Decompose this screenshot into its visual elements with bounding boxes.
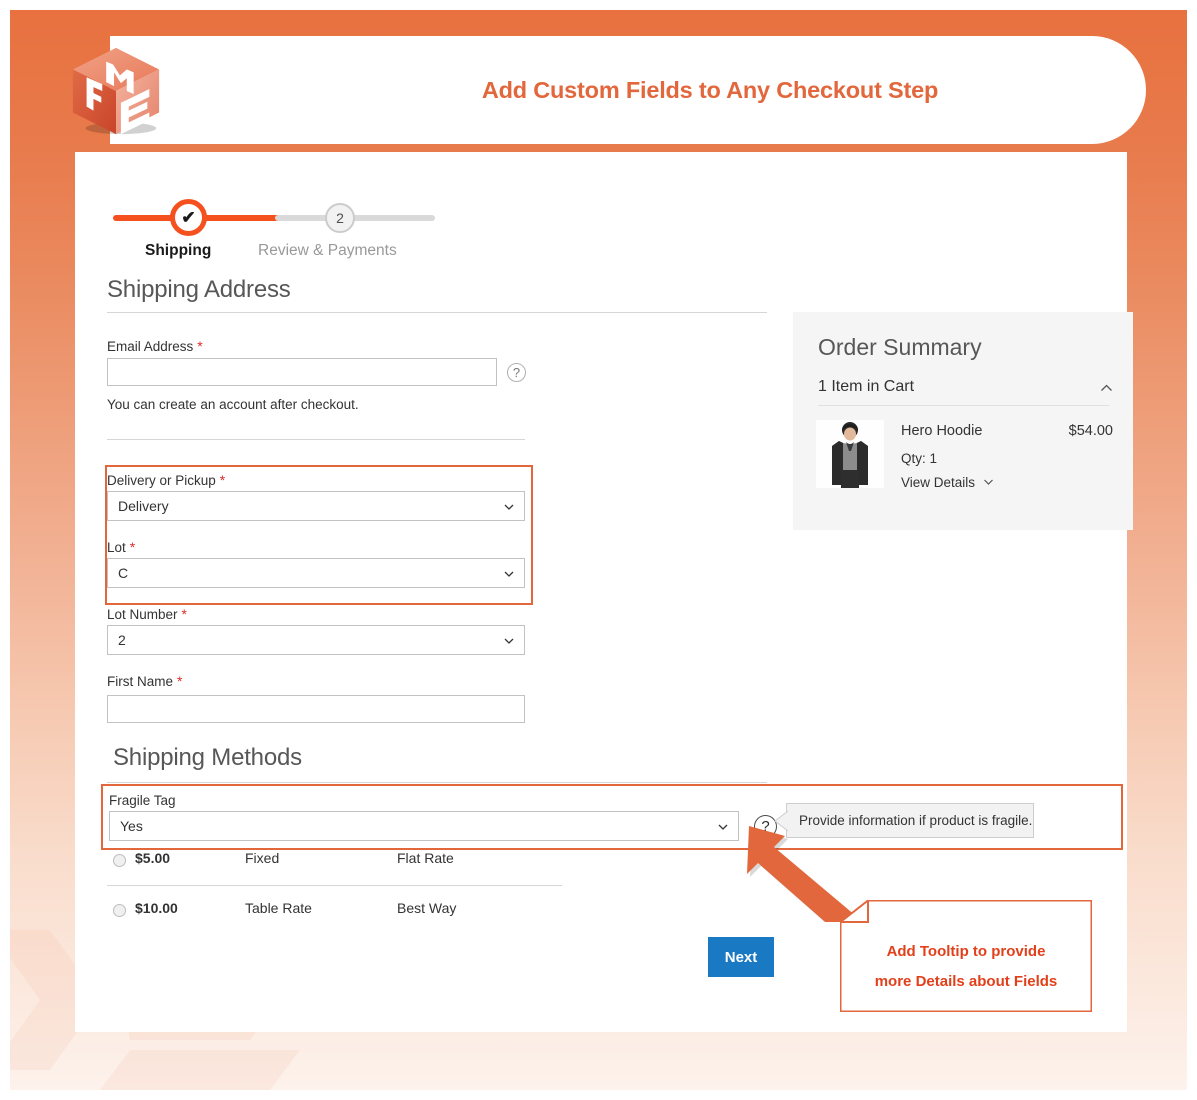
fragile-tag-value: Yes: [120, 818, 143, 834]
shipping-carrier: Fixed: [245, 850, 280, 866]
shipping-method-radio-flat-rate[interactable]: [113, 854, 126, 867]
required-marker: *: [219, 472, 226, 488]
shipping-carrier: Table Rate: [245, 900, 312, 916]
email-field-label: Email Address *: [107, 338, 203, 354]
poster-background: Add Custom Fields to Any Checkout Step ✔…: [10, 10, 1187, 1090]
step-number: 2: [336, 210, 344, 226]
page-title: Add Custom Fields to Any Checkout Step: [481, 76, 939, 103]
view-details-link[interactable]: View Details: [901, 475, 994, 490]
lot-label: Lot *: [107, 539, 136, 555]
email-help-icon[interactable]: ?: [507, 363, 526, 382]
step-label-review[interactable]: Review & Payments: [258, 242, 397, 260]
product-price: $54.00: [1068, 423, 1113, 439]
chevron-down-icon: [504, 638, 514, 644]
email-section-divider: [107, 439, 525, 440]
product-qty: Qty: 1: [901, 451, 938, 466]
required-marker: *: [181, 606, 187, 622]
step-marker-review[interactable]: 2: [325, 203, 355, 233]
fragile-tag-select[interactable]: Yes: [109, 811, 739, 841]
header-bar: Add Custom Fields to Any Checkout Step: [110, 36, 1146, 144]
step-marker-shipping[interactable]: ✔: [170, 199, 207, 236]
items-in-cart-label: 1 Item in Cart: [818, 378, 915, 395]
chevron-down-icon: [504, 504, 514, 510]
annotation-callout: Add Tooltip to provide more Details abou…: [840, 900, 1092, 1012]
heading-divider: [107, 312, 767, 313]
step-label-shipping[interactable]: Shipping: [145, 242, 211, 260]
checkout-progress-bar: ✔ 2 Shipping Review & Payments: [113, 192, 443, 262]
product-name: Hero Hoodie: [901, 423, 983, 439]
shipping-price: $10.00: [135, 900, 178, 916]
first-name-label: First Name *: [107, 673, 183, 689]
fragile-tag-label: Fragile Tag: [109, 793, 176, 808]
lot-number-value: 2: [118, 632, 126, 648]
annotation-line-2: more Details about Fields: [874, 973, 1058, 990]
required-marker: *: [177, 673, 183, 689]
shipping-method-radio-best-way[interactable]: [113, 904, 126, 917]
first-name-input[interactable]: [107, 695, 525, 723]
summary-divider: [818, 405, 1109, 406]
fme-logo-icon: [72, 47, 160, 135]
required-marker: *: [197, 338, 203, 354]
delivery-or-pickup-label: Delivery or Pickup *: [107, 472, 226, 488]
chevron-down-icon: [983, 479, 993, 485]
shipping-method: Flat Rate: [397, 850, 454, 866]
chevron-up-icon[interactable]: [1100, 382, 1113, 395]
shipping-price: $5.00: [135, 850, 171, 866]
lot-number-label: Lot Number *: [107, 606, 187, 622]
delivery-or-pickup-select[interactable]: Delivery: [107, 491, 525, 521]
shipping-methods-divider: [107, 782, 767, 783]
next-button[interactable]: Next: [708, 937, 774, 977]
order-summary-title: Order Summary: [818, 334, 982, 360]
annotation-line-1: Add Tooltip to provide: [886, 943, 1046, 960]
required-marker: *: [129, 539, 136, 555]
shipping-row-divider: [107, 885, 562, 886]
product-thumbnail: [816, 420, 884, 488]
email-hint: You can create an account after checkout…: [107, 397, 359, 412]
view-details-label: View Details: [901, 475, 976, 490]
lot-number-select[interactable]: 2: [107, 625, 525, 655]
delivery-or-pickup-value: Delivery: [118, 498, 169, 514]
annotation-text: Add Tooltip to provide more Details abou…: [840, 922, 1092, 1012]
email-input[interactable]: [107, 358, 497, 386]
chevron-down-icon: [718, 824, 728, 830]
shipping-method: Best Way: [397, 900, 457, 916]
lot-value: C: [118, 565, 129, 581]
shipping-address-heading: Shipping Address: [107, 276, 291, 303]
chevron-down-icon: [504, 571, 514, 577]
order-summary-panel: Order Summary 1 Item in Cart Hero Hoodie: [793, 312, 1133, 530]
shipping-methods-heading: Shipping Methods: [113, 744, 302, 771]
check-icon: ✔: [181, 207, 196, 227]
lot-select[interactable]: C: [107, 558, 525, 588]
progress-bar-remaining: [275, 215, 435, 221]
